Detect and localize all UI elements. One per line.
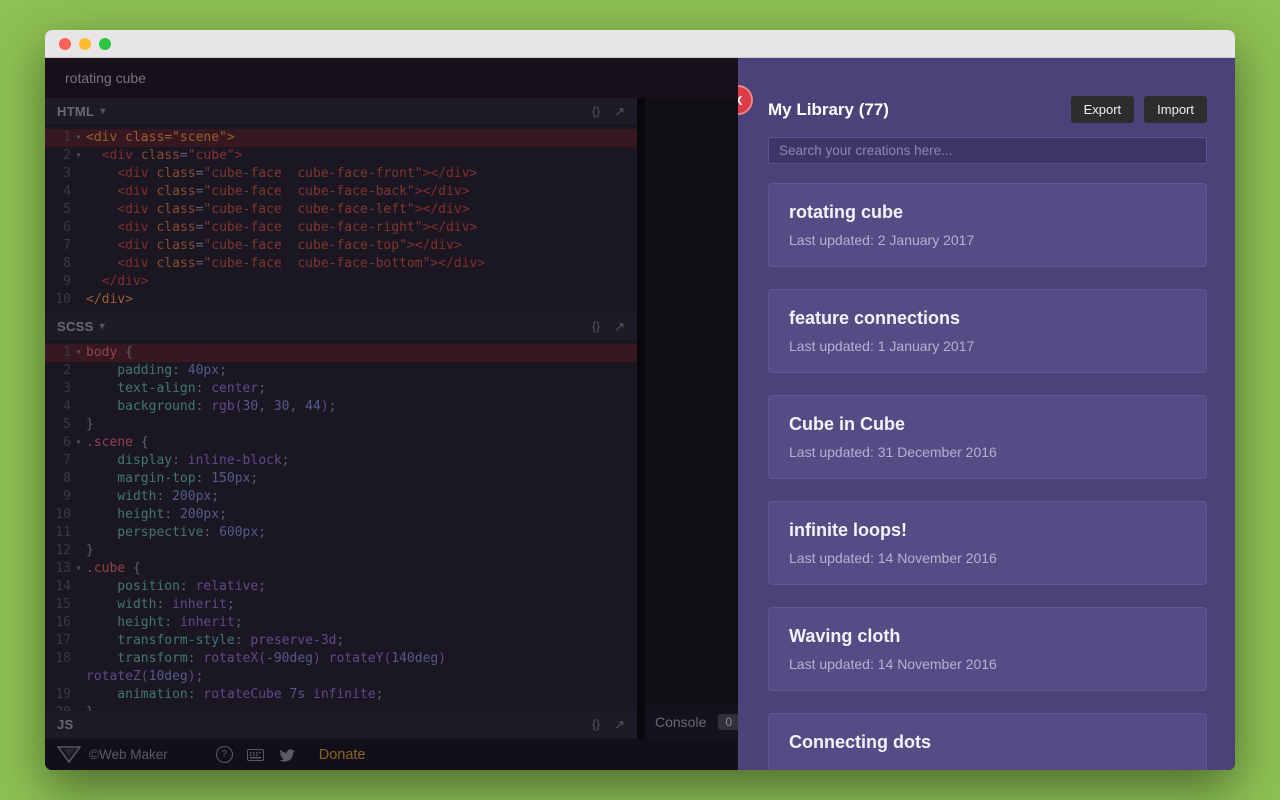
library-item[interactable]: feature connections Last updated: 1 Janua…	[768, 289, 1207, 373]
library-search-input[interactable]	[768, 137, 1207, 164]
library-item-title: Waving cloth	[789, 626, 1186, 647]
library-item-updated: Last updated: 14 November 2016	[789, 656, 1186, 672]
library-actions: Export Import	[1071, 96, 1207, 123]
app-window: rotating cube HTML ▾ {}	[45, 30, 1235, 770]
library-item-title: feature connections	[789, 308, 1186, 329]
library-item-title: Connecting dots	[789, 732, 1186, 753]
minimize-window-button[interactable]	[79, 38, 91, 50]
library-item-updated: Last updated: 2 January 2017	[789, 232, 1186, 248]
window-titlebar	[45, 30, 1235, 58]
library-item[interactable]: Waving cloth Last updated: 14 November 20…	[768, 607, 1207, 691]
library-item-title: Cube in Cube	[789, 414, 1186, 435]
library-list: rotating cube Last updated: 2 January 201…	[768, 183, 1207, 770]
library-panel: X My Library (77) Export Import rotating…	[738, 58, 1235, 770]
app-content: rotating cube HTML ▾ {}	[45, 58, 1235, 770]
zoom-window-button[interactable]	[99, 38, 111, 50]
library-item[interactable]: rotating cube Last updated: 2 January 201…	[768, 183, 1207, 267]
desktop-background: rotating cube HTML ▾ {}	[0, 0, 1280, 800]
library-item-title: infinite loops!	[789, 520, 1186, 541]
library-item[interactable]: infinite loops! Last updated: 14 November…	[768, 501, 1207, 585]
close-window-button[interactable]	[59, 38, 71, 50]
library-item[interactable]: Connecting dots	[768, 713, 1207, 770]
library-item[interactable]: Cube in Cube Last updated: 31 December 20…	[768, 395, 1207, 479]
library-item-title: rotating cube	[789, 202, 1186, 223]
export-button[interactable]: Export	[1071, 96, 1135, 123]
library-title: My Library (77)	[768, 100, 889, 120]
library-item-updated: Last updated: 31 December 2016	[789, 444, 1186, 460]
library-close-button[interactable]: X	[738, 85, 753, 115]
library-header: My Library (77) Export Import	[768, 96, 1207, 123]
library-item-updated: Last updated: 14 November 2016	[789, 550, 1186, 566]
library-item-updated: Last updated: 1 January 2017	[789, 338, 1186, 354]
import-button[interactable]: Import	[1144, 96, 1207, 123]
